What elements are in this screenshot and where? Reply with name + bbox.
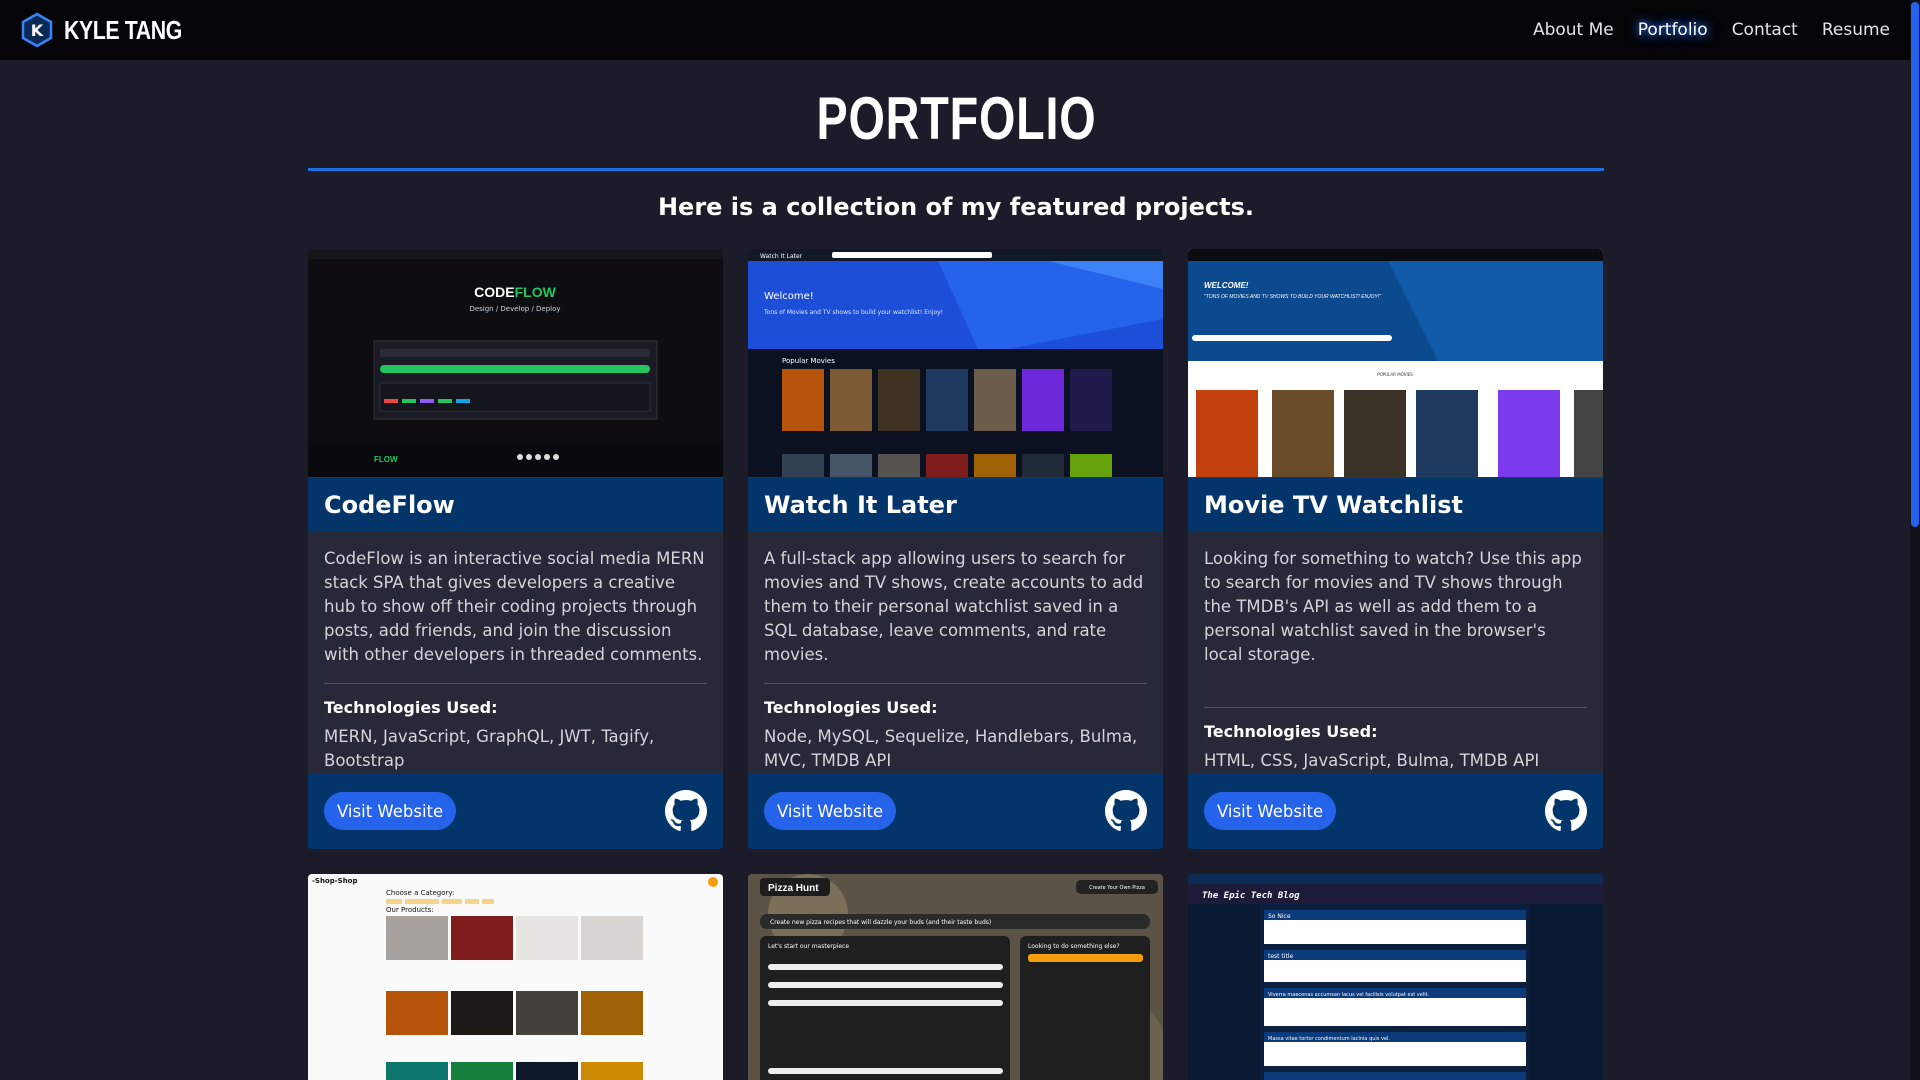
svg-text:Massa vitae tortor condimentum: Massa vitae tortor condimentum lacinia q…: [1268, 1036, 1390, 1042]
svg-text:Watch It Later: Watch It Later: [760, 253, 803, 260]
svg-text:"TONS OF MOVIES AND TV SHOWS T: "TONS OF MOVIES AND TV SHOWS TO BUILD YO…: [1204, 294, 1381, 300]
svg-text:Our Products:: Our Products:: [386, 906, 434, 914]
svg-text:Tons of Movies and TV shows to: Tons of Movies and TV shows to build you…: [763, 309, 943, 316]
nav-portfolio[interactable]: Portfolio: [1638, 20, 1708, 40]
page-title: PORTFOLIO: [815, 85, 1096, 152]
project-body: Looking for something to watch? Use this…: [1188, 531, 1603, 773]
divider: [764, 683, 1147, 685]
visit-website-button[interactable]: Visit Website: [764, 792, 897, 831]
tech-heading: Technologies Used:: [1204, 722, 1378, 742]
brand-name: KYLE TANG: [64, 14, 182, 45]
svg-text:POPULAR MOVIES: POPULAR MOVIES: [1377, 372, 1413, 377]
project-description: Looking for something to watch? Use this…: [1204, 549, 1582, 665]
visit-website-button[interactable]: Visit Website: [324, 792, 457, 831]
tech-list: Node, MySQL, Sequelize, Handlebars, Bulm…: [764, 727, 1138, 771]
svg-text:Welcome!: Welcome!: [764, 291, 814, 302]
project-body: A full-stack app allowing users to searc…: [748, 531, 1163, 773]
svg-text:Choose a Category:: Choose a Category:: [386, 889, 454, 897]
svg-text:Design / Develop / Deploy: Design / Develop / Deploy: [469, 305, 560, 313]
nav-links: About Me Portfolio Contact Resume: [1533, 20, 1890, 40]
svg-text:WELCOME!: WELCOME!: [1204, 281, 1249, 290]
project-footer: Visit Website: [1188, 773, 1603, 849]
project-body: CodeFlow is an interactive social media …: [308, 531, 723, 773]
project-card: WELCOME! "TONS OF MOVIES AND TV SHOWS TO…: [1188, 249, 1603, 849]
svg-text:FLOW: FLOW: [374, 455, 398, 464]
svg-text:test title: test title: [1268, 953, 1293, 960]
tech-heading: Technologies Used:: [324, 698, 498, 718]
project-screenshot: Pizza Hunt Create Your Own Pizza Create …: [748, 874, 1163, 1080]
svg-text:So Nice: So Nice: [1268, 913, 1291, 920]
svg-text:Pizza Hunt: Pizza Hunt: [768, 883, 819, 894]
svg-text:Create Your Own Pizza: Create Your Own Pizza: [1089, 885, 1145, 891]
svg-text:Viverra maecenas accumsan lacu: Viverra maecenas accumsan lacus vel faci…: [1268, 992, 1430, 998]
project-card: The Epic Tech Blog So Nice test title Vi…: [1188, 874, 1603, 1080]
github-icon[interactable]: [1105, 790, 1147, 832]
brand-initial: K: [31, 21, 44, 40]
github-icon[interactable]: [1545, 790, 1587, 832]
tech-heading: Technologies Used:: [764, 698, 938, 718]
nav-contact[interactable]: Contact: [1732, 20, 1798, 40]
project-screenshot: WELCOME! "TONS OF MOVIES AND TV SHOWS TO…: [1188, 249, 1603, 479]
project-grid: CODEFLOW Design / Develop / Deploy FLOW …: [308, 249, 1604, 1080]
project-card: Watch It Later Welcome! Tons of Movies a…: [748, 249, 1163, 849]
project-description: CodeFlow is an interactive social media …: [324, 549, 705, 665]
brand-link[interactable]: K KYLE TANG: [20, 12, 208, 48]
project-title: Movie TV Watchlist: [1188, 478, 1603, 532]
project-card: Pizza Hunt Create Your Own Pizza Create …: [748, 874, 1163, 1080]
project-title: CodeFlow: [308, 478, 723, 532]
svg-text:-Shop-Shop: -Shop-Shop: [312, 877, 358, 885]
project-card: CODEFLOW Design / Develop / Deploy FLOW …: [308, 249, 723, 849]
brand-logo-icon: K: [21, 12, 53, 48]
title-divider: [308, 168, 1604, 171]
project-screenshot: CODEFLOW Design / Develop / Deploy FLOW: [308, 249, 723, 479]
navbar: K KYLE TANG About Me Portfolio Contact R…: [0, 0, 1910, 60]
svg-text:Popular Movies: Popular Movies: [782, 357, 835, 365]
tech-list: MERN, JavaScript, GraphQL, JWT, Tagify, …: [324, 727, 655, 771]
project-footer: Visit Website: [748, 773, 1163, 849]
page-scrollbar[interactable]: [1910, 0, 1920, 1080]
tech-list: HTML, CSS, JavaScript, Bulma, TMDB API: [1204, 751, 1540, 771]
nav-about-me[interactable]: About Me: [1533, 20, 1614, 40]
svg-text:Let's start our masterpiece: Let's start our masterpiece: [768, 943, 849, 950]
scrollbar-thumb[interactable]: [1911, 2, 1919, 527]
svg-text:The Epic Tech Blog: The Epic Tech Blog: [1202, 890, 1300, 901]
project-title: Watch It Later: [748, 478, 1163, 532]
project-screenshot: Watch It Later Welcome! Tons of Movies a…: [748, 249, 1163, 479]
visit-website-button[interactable]: Visit Website: [1204, 792, 1337, 831]
project-screenshot: -Shop-Shop Choose a Category: Our Produc…: [308, 874, 723, 1080]
page-subtitle: Here is a collection of my featured proj…: [657, 193, 1255, 221]
nav-resume[interactable]: Resume: [1822, 20, 1890, 40]
github-icon[interactable]: [665, 790, 707, 832]
svg-text:Create new pizza recipes that: Create new pizza recipes that will dazzl…: [770, 919, 991, 926]
divider: [1204, 707, 1587, 709]
project-screenshot: The Epic Tech Blog So Nice test title Vi…: [1188, 874, 1603, 1080]
project-card: -Shop-Shop Choose a Category: Our Produc…: [308, 874, 723, 1080]
svg-text:CODEFLOW: CODEFLOW: [474, 284, 556, 300]
project-footer: Visit Website: [308, 773, 723, 849]
divider: [324, 683, 707, 685]
svg-text:Looking to do something else?: Looking to do something else?: [1028, 943, 1120, 950]
project-description: A full-stack app allowing users to searc…: [764, 549, 1144, 665]
